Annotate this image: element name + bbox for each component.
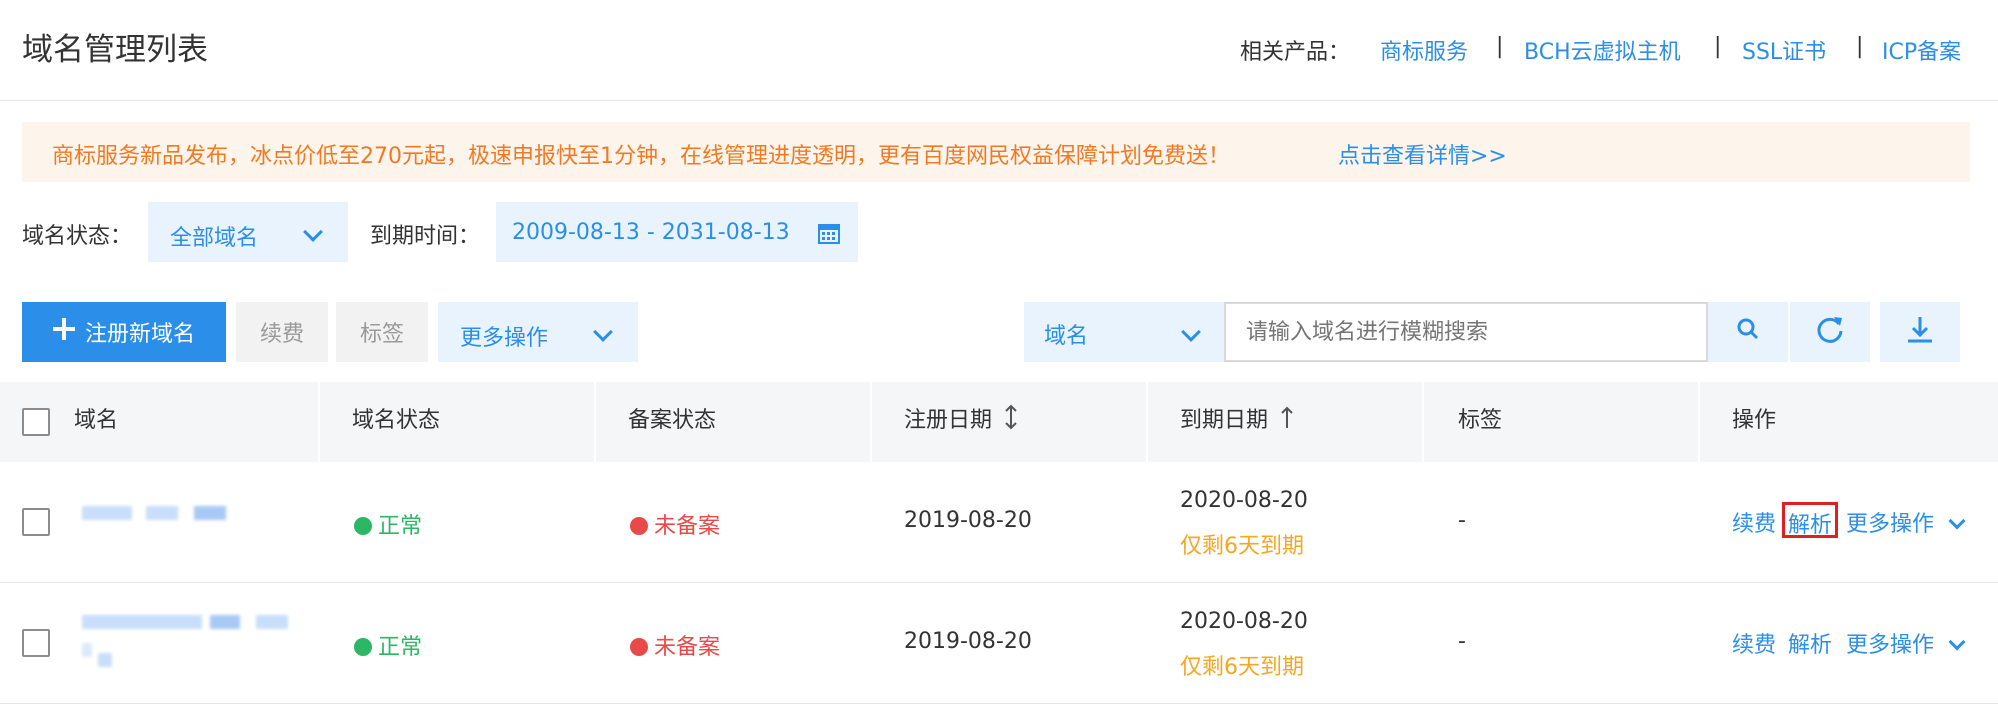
status-warn-dot <box>630 517 648 535</box>
expiry-date-range[interactable]: 2009-08-13 - 2031-08-13 <box>496 202 858 262</box>
row-renew-link[interactable]: 续费 <box>1732 627 1776 659</box>
link-separator: | <box>1496 34 1504 59</box>
status-filter-value: 全部域名 <box>170 226 259 251</box>
column-divider <box>870 382 872 462</box>
record-text: 未备案 <box>654 514 721 539</box>
page-title: 域名管理列表 <box>22 32 208 68</box>
exp-date: 2020-08-20 <box>1180 488 1308 513</box>
promo-banner: 商标服务新品发布，冰点价低至270元起，极速申报快至1分钟，在线管理进度透明，更… <box>22 122 1970 182</box>
link-trademark-service[interactable]: 商标服务 <box>1380 34 1468 66</box>
download-button[interactable] <box>1880 302 1960 362</box>
expiry-date-value: 2009-08-13 - 2031-08-13 <box>512 220 790 245</box>
banner-text: 商标服务新品发布，冰点价低至270元起，极速申报快至1分钟，在线管理进度透明，更… <box>52 144 1230 169</box>
tag-button[interactable]: 标签 <box>336 302 428 362</box>
col-header-tag: 标签 <box>1458 408 1503 433</box>
column-divider <box>1422 382 1424 462</box>
exp-note: 仅剩6天到期 <box>1180 655 1304 680</box>
row-more-actions-label: 更多操作 <box>1846 512 1935 537</box>
exp-date-header-label: 到期日期 <box>1180 408 1269 433</box>
exp-note: 仅剩6天到期 <box>1180 534 1304 559</box>
tag-label: 标签 <box>359 322 404 347</box>
search-button[interactable] <box>1708 302 1788 362</box>
reg-date-header-label: 注册日期 <box>904 408 993 433</box>
register-domain-button[interactable]: 注册新域名 <box>22 302 226 362</box>
row-more-actions[interactable]: 更多操作 <box>1846 627 1966 659</box>
status-text: 正常 <box>378 514 423 539</box>
row-checkbox[interactable] <box>22 629 50 657</box>
col-header-actions: 操作 <box>1732 408 1777 433</box>
row-resolve-link[interactable]: 解析 <box>1782 502 1839 538</box>
row-divider <box>0 703 1998 704</box>
domain-name-blurred[interactable] <box>82 504 242 544</box>
select-all-checkbox[interactable] <box>22 408 50 436</box>
column-divider <box>318 382 320 462</box>
register-domain-label: 注册新域名 <box>84 322 195 347</box>
renew-button[interactable]: 续费 <box>236 302 328 362</box>
status-warn-dot <box>630 638 648 656</box>
link-separator: | <box>1714 34 1722 59</box>
col-header-reg-date[interactable]: 注册日期 <box>904 402 1019 436</box>
row-more-actions[interactable]: 更多操作 <box>1846 506 1966 538</box>
reg-date: 2019-08-20 <box>904 629 1032 654</box>
col-header-record: 备案状态 <box>628 408 717 433</box>
exp-date: 2020-08-20 <box>1180 609 1308 634</box>
tag-value: - <box>1458 508 1466 533</box>
banner-detail-link[interactable]: 点击查看详情>> <box>1338 138 1507 170</box>
table-row: 正常 未备案 2019-08-20 2020-08-20 仅剩6天到期 - 续费… <box>0 462 1998 582</box>
renew-label: 续费 <box>259 322 304 347</box>
record-status: 未备案 <box>630 629 720 661</box>
col-header-domain: 域名 <box>74 408 119 433</box>
row-resolve-link[interactable]: 解析 <box>1788 627 1832 659</box>
refresh-button[interactable] <box>1790 302 1870 362</box>
link-icp-record[interactable]: ICP备案 <box>1882 34 1961 66</box>
column-divider <box>1146 382 1148 462</box>
header-divider <box>0 100 1998 101</box>
calendar-icon <box>818 222 840 250</box>
chevron-down-icon <box>303 220 323 245</box>
domain-status: 正常 <box>354 629 422 661</box>
row-renew-link[interactable]: 续费 <box>1732 506 1776 538</box>
reg-date: 2019-08-20 <box>904 508 1032 533</box>
status-ok-dot <box>354 638 372 656</box>
related-products-label: 相关产品： <box>1240 40 1351 65</box>
record-status: 未备案 <box>630 508 720 540</box>
link-bch-hosting[interactable]: BCH云虚拟主机 <box>1524 34 1681 66</box>
expiry-filter-label: 到期时间： <box>370 224 481 249</box>
column-divider <box>1698 382 1700 462</box>
status-text: 正常 <box>378 635 423 660</box>
status-filter-select[interactable]: 全部域名 <box>148 202 348 262</box>
download-icon <box>1905 314 1935 350</box>
col-header-exp-date[interactable]: 到期日期 <box>1180 402 1295 436</box>
chevron-down-icon <box>593 320 613 345</box>
row-checkbox[interactable] <box>22 508 50 536</box>
link-separator: | <box>1856 34 1864 59</box>
more-actions-dropdown[interactable]: 更多操作 <box>438 302 638 362</box>
row-more-actions-label: 更多操作 <box>1846 633 1935 658</box>
column-divider <box>594 382 596 462</box>
more-actions-label: 更多操作 <box>460 326 549 351</box>
table-row: 正常 未备案 2019-08-20 2020-08-20 仅剩6天到期 - 续费… <box>0 583 1998 703</box>
arrow-up-icon <box>1279 406 1295 436</box>
domain-status: 正常 <box>354 508 422 540</box>
search-type-select[interactable]: 域名 <box>1024 302 1224 362</box>
sort-icon <box>1003 404 1019 436</box>
chevron-down-icon <box>1948 629 1966 654</box>
status-ok-dot <box>354 517 372 535</box>
chevron-down-icon <box>1948 508 1966 533</box>
status-filter-label: 域名状态： <box>22 224 133 249</box>
refresh-icon <box>1815 314 1845 350</box>
chevron-down-icon <box>1181 320 1201 345</box>
plus-icon <box>52 318 75 346</box>
link-ssl-cert[interactable]: SSL证书 <box>1742 34 1826 66</box>
search-type-value: 域名 <box>1044 324 1089 349</box>
search-input[interactable] <box>1224 302 1708 362</box>
search-icon <box>1736 317 1760 347</box>
tag-value: - <box>1458 629 1466 654</box>
record-text: 未备案 <box>654 635 721 660</box>
col-header-status: 域名状态 <box>352 408 441 433</box>
domain-name-blurred[interactable] <box>82 613 292 673</box>
